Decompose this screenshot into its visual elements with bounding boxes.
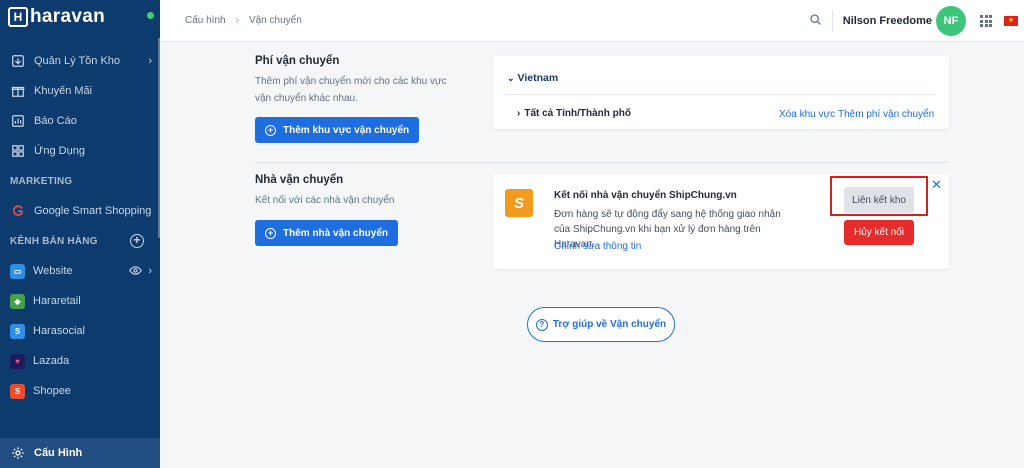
shipping-zone-card: ⌄ Vietnam › Tất cả Tỉnh/Thành phố Xóa khu …: [493, 56, 949, 129]
sidebar-item-partial[interactable]: [0, 34, 160, 46]
zone-country[interactable]: ⌄ Vietnam: [507, 72, 558, 84]
breadcrumb: Cấu hình › Vận chuyển: [185, 15, 302, 26]
harasocial-icon: S: [10, 323, 25, 339]
section-label-sales-channels: KÊNH BÁN HÀNG +: [0, 226, 160, 256]
close-icon[interactable]: ✕: [931, 178, 942, 191]
chevron-right-icon: ›: [517, 108, 521, 119]
sidebar-item-label: Lazada: [33, 355, 70, 367]
carrier-card: S Kết nối nhà vận chuyển ShipChung.vn Đơ…: [493, 174, 949, 269]
add-carrier-label: Thêm nhà vận chuyển: [283, 227, 389, 239]
sidebar-item-harasocial[interactable]: S Harasocial: [0, 316, 160, 346]
sidebar-item-hararetail[interactable]: ◆ Hararetail: [0, 286, 160, 316]
sidebar-item-inventory[interactable]: Quản Lý Tồn Kho ›: [0, 46, 160, 76]
shipping-help-label: Trợ giúp về Vận chuyển: [552, 319, 667, 330]
main-content: Phí vận chuyển Thêm phí vận chuyển mới c…: [160, 43, 1024, 468]
zone-country-label: Vietnam: [517, 72, 559, 84]
breadcrumb-shipping: Vận chuyển: [248, 15, 302, 26]
zone-row[interactable]: › Tất cả Tỉnh/Thành phố: [517, 108, 631, 119]
sidebar-item-promotion[interactable]: Khuyến Mãi: [0, 76, 160, 106]
sidebar-item-google-smart-shopping[interactable]: Google Smart Shopping: [0, 196, 160, 226]
highlight-box: [830, 176, 928, 216]
sidebar-item-label: Quản Lý Tồn Kho: [34, 55, 121, 67]
sidebar-item-website[interactable]: ▭ Website ›: [0, 256, 160, 286]
sidebar: H haravan Quản Lý Tồn Kho › Khuyến Mãi B…: [0, 0, 160, 468]
sidebar-item-label: Cấu Hình: [34, 447, 83, 459]
shipping-help-button[interactable]: ? Trợ giúp về Vận chuyển: [527, 307, 675, 342]
sidebar-item-label: Google Smart Shopping: [34, 205, 152, 217]
section-label-text: KÊNH BÁN HÀNG: [10, 235, 98, 247]
delete-zone-link[interactable]: Xóa khu vực: [779, 109, 835, 120]
disconnect-button[interactable]: Hủy kết nối: [844, 220, 914, 245]
eye-icon[interactable]: [129, 264, 142, 280]
promotion-icon: [10, 83, 26, 99]
topbar-right: Nilson Freedome NF ★: [809, 0, 1018, 42]
chevron-right-icon: ›: [148, 265, 152, 277]
edit-info-link[interactable]: Chỉnh sửa thông tin: [554, 241, 641, 252]
gear-icon: [10, 445, 26, 461]
carrier-card-title: Kết nối nhà vận chuyển ShipChung.vn: [554, 190, 737, 201]
user-name[interactable]: Nilson Freedome: [843, 15, 932, 27]
zone-row-label: Tất cả Tỉnh/Thành phố: [524, 108, 632, 119]
breadcrumb-settings[interactable]: Cấu hình: [185, 15, 226, 26]
sidebar-item-apps[interactable]: Ứng Dụng: [0, 136, 160, 166]
report-icon: [10, 113, 26, 129]
sidebar-item-label: Ứng Dụng: [34, 145, 85, 157]
section-label-marketing: MARKETING: [10, 175, 73, 187]
topbar: Cấu hình › Vận chuyển Nilson Freedome NF…: [160, 0, 1024, 42]
sidebar-item-settings[interactable]: Cấu Hình: [0, 438, 160, 468]
plus-circle-icon: +: [265, 124, 276, 136]
lazada-icon: ♥: [10, 353, 25, 369]
search-icon[interactable]: [809, 13, 822, 29]
sidebar-item-label: Shopee: [33, 385, 71, 397]
add-shipping-zone-label: Thêm khu vực vận chuyển: [283, 124, 410, 136]
add-shipping-zone-button[interactable]: + Thêm khu vực vận chuyển: [255, 117, 420, 143]
online-status-dot: [147, 12, 154, 19]
sidebar-item-label: Khuyến Mãi: [34, 85, 93, 97]
add-carrier-button[interactable]: + Thêm nhà vận chuyển: [255, 220, 399, 246]
carrier-description: Kết nối với các nhà vận chuyển: [255, 195, 395, 206]
app-grid-icon[interactable]: [980, 15, 992, 27]
haravan-logo-icon: H: [8, 7, 28, 27]
sidebar-item-label: Hararetail: [33, 295, 81, 307]
sidebar-item-label: Báo Cáo: [34, 115, 77, 127]
google-icon: [10, 203, 26, 219]
shipping-fee-description: Thêm phí vận chuyển mới cho các khu vực …: [255, 76, 447, 104]
hararetail-icon: ◆: [10, 293, 25, 309]
divider: [505, 94, 935, 95]
question-circle-icon: ?: [535, 318, 548, 331]
shopee-icon: S: [10, 383, 25, 399]
chevron-right-icon: ›: [148, 55, 152, 67]
sidebar-item-label: Harasocial: [33, 325, 85, 337]
apps-icon: [10, 143, 26, 159]
website-icon: ▭: [10, 263, 25, 279]
add-shipping-fee-link[interactable]: Thêm phí vận chuyển: [838, 109, 934, 120]
sidebar-item-shopee[interactable]: S Shopee: [0, 376, 160, 406]
logo-text: haravan: [30, 6, 105, 27]
add-channel-plus-icon[interactable]: +: [130, 234, 144, 248]
vietnam-flag-icon[interactable]: ★: [1004, 16, 1018, 26]
breadcrumb-separator: ›: [235, 15, 239, 26]
divider: [831, 10, 833, 32]
sidebar-item-label: Website: [33, 265, 73, 277]
shipchung-logo-icon: S: [505, 189, 533, 217]
sidebar-item-lazada[interactable]: ♥ Lazada: [0, 346, 160, 376]
sidebar-item-report[interactable]: Báo Cáo: [0, 106, 160, 136]
avatar[interactable]: NF: [936, 6, 966, 36]
logo[interactable]: H haravan: [0, 0, 160, 34]
plus-circle-icon: +: [265, 227, 276, 239]
section-divider: [255, 162, 949, 163]
inventory-icon: [10, 53, 26, 69]
chevron-down-icon: ⌄: [507, 73, 515, 83]
